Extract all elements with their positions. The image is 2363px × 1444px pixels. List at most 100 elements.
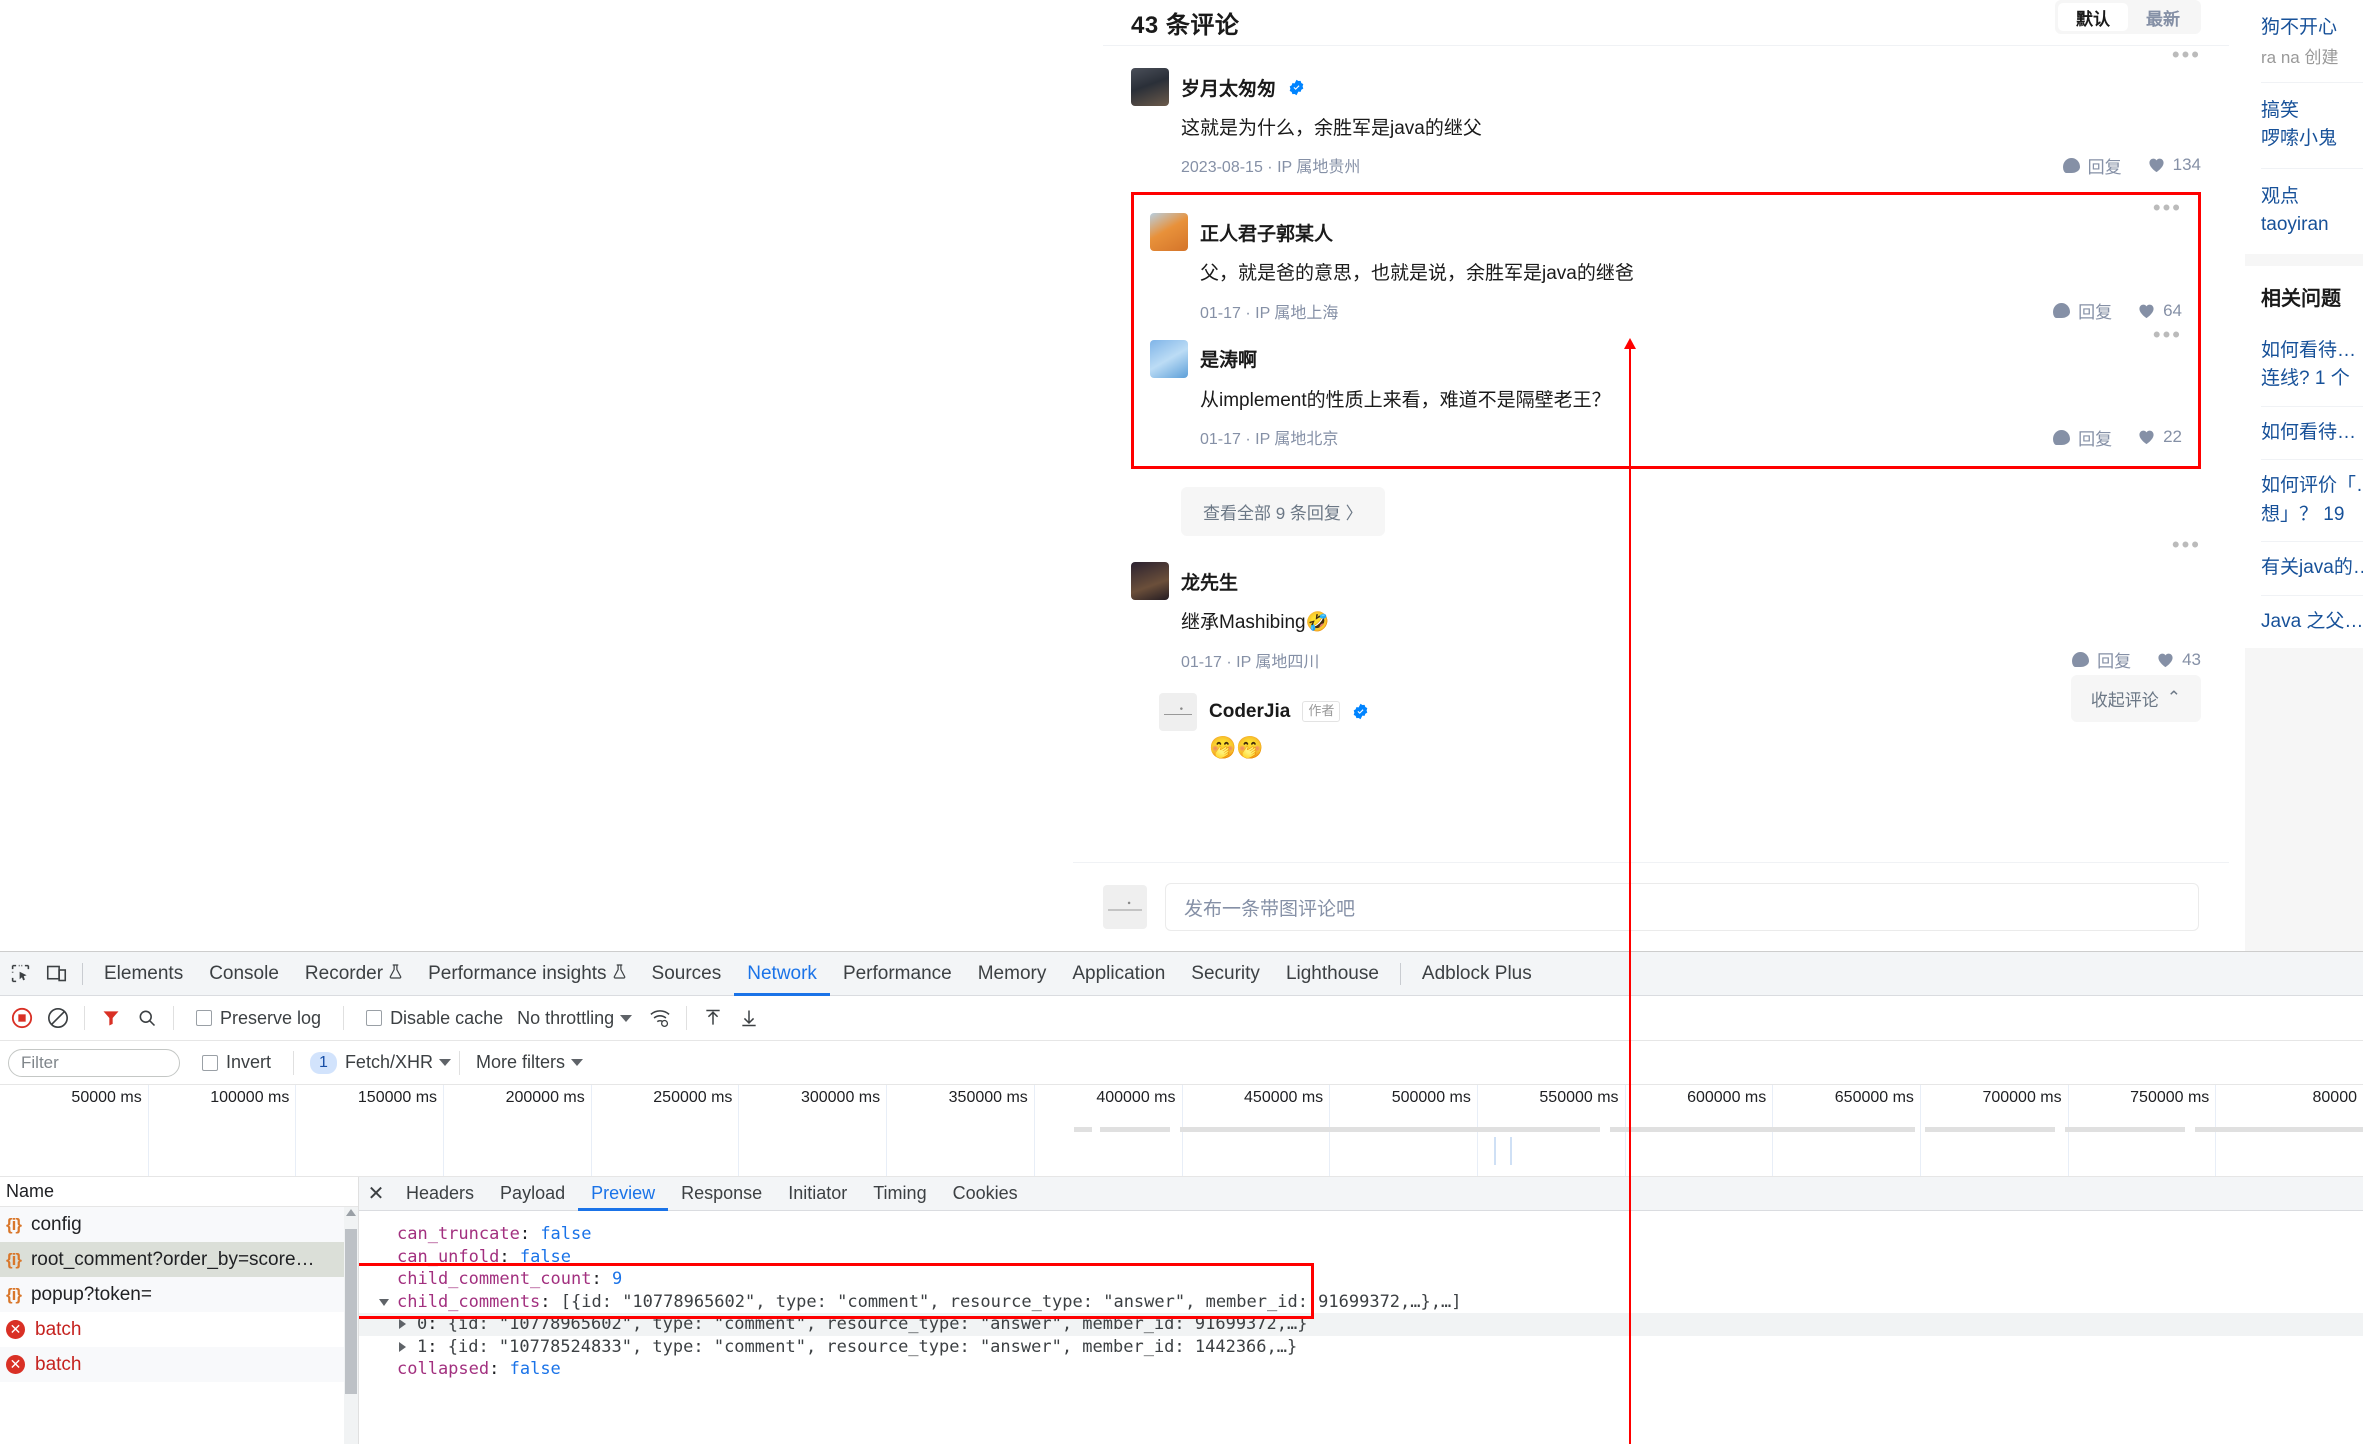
more-filters-dropdown[interactable]: More filters — [476, 1052, 583, 1073]
related-question-line[interactable]: 如何评价「… — [2261, 472, 2363, 501]
json-row[interactable]: child_comment_count: 9 — [359, 1268, 2363, 1291]
tab-performance[interactable]: Performance — [830, 952, 965, 996]
comment-author-name[interactable]: 岁月太匆匆 — [1181, 74, 1276, 101]
tab-sources[interactable]: Sources — [639, 952, 735, 996]
like-button[interactable]: 22 — [2138, 427, 2182, 447]
fetch-xhr-filter[interactable]: 1 Fetch/XHR — [310, 1051, 451, 1074]
avatar[interactable] — [1159, 692, 1197, 731]
network-timeline-overview[interactable]: 50000 ms 100000 ms 150000 ms 200000 ms 25000… — [0, 1085, 2363, 1177]
tab-headers[interactable]: Headers — [393, 1177, 487, 1211]
like-button[interactable]: 64 — [2138, 301, 2182, 321]
comment-input[interactable]: 发布一条带图评论吧 — [1165, 883, 2199, 931]
json-row-child-1[interactable]: 1: {id: "10778524833", type: "comment", … — [359, 1336, 2363, 1359]
related-question-line[interactable]: Java 之父… — [2261, 608, 2363, 637]
record-button[interactable] — [4, 1000, 40, 1036]
request-row-batch-1[interactable]: ✕ batch — [0, 1312, 358, 1347]
related-question-line[interactable]: 有关java的… — [2261, 554, 2363, 583]
reply-button[interactable]: 回复 — [2072, 647, 2131, 672]
search-icon[interactable] — [129, 1000, 165, 1036]
tab-initiator[interactable]: Initiator — [775, 1177, 860, 1211]
tab-response[interactable]: Response — [668, 1177, 775, 1211]
disclosure-triangle-icon[interactable] — [399, 1341, 406, 1352]
tab-cookies[interactable]: Cookies — [940, 1177, 1031, 1211]
rail-item[interactable]: 搞笑 啰嗦小鬼 — [2261, 83, 2363, 169]
rail-item-title[interactable]: 狗不开心 — [2261, 14, 2363, 43]
json-preview-tree[interactable]: _ can_truncate: false can_unfold: false … — [359, 1211, 2363, 1381]
request-list-scrollbar[interactable] — [344, 1207, 358, 1444]
tab-lighthouse[interactable]: Lighthouse — [1273, 952, 1392, 996]
avatar[interactable] — [1131, 562, 1169, 601]
json-row-child-comments[interactable]: child_comments: [{id: "10778965602", typ… — [359, 1291, 2363, 1314]
json-row[interactable]: collapsed: false — [359, 1358, 2363, 1381]
tab-console[interactable]: Console — [196, 952, 292, 996]
comment-author-name[interactable]: 龙先生 — [1181, 568, 1238, 595]
avatar[interactable] — [1150, 339, 1188, 378]
rail-item-title[interactable]: 观点 — [2261, 183, 2363, 212]
export-har-icon[interactable] — [731, 1000, 767, 1036]
avatar[interactable] — [1150, 213, 1188, 252]
related-question-item[interactable]: 有关java的… — [2261, 542, 2363, 596]
close-icon[interactable]: ✕ — [359, 1181, 393, 1206]
comment-author-name[interactable]: CoderJia — [1209, 701, 1290, 723]
tab-elements[interactable]: Elements — [91, 952, 196, 996]
preserve-log-checkbox[interactable]: Preserve log — [196, 1008, 321, 1029]
tab-recorder[interactable]: Recorder — [292, 952, 415, 996]
inspect-element-icon[interactable] — [2, 956, 38, 992]
filter-icon[interactable] — [93, 1000, 129, 1036]
disable-cache-checkbox[interactable]: Disable cache — [366, 1008, 503, 1029]
scrollbar-thumb[interactable] — [345, 1229, 357, 1394]
like-button[interactable]: 43 — [2157, 650, 2201, 670]
tab-security[interactable]: Security — [1178, 952, 1273, 996]
json-row[interactable]: _ — [359, 1213, 2363, 1223]
network-conditions-icon[interactable] — [642, 1000, 678, 1036]
tab-preview[interactable]: Preview — [578, 1177, 668, 1211]
tab-timing[interactable]: Timing — [860, 1177, 939, 1211]
related-question-line[interactable]: 如何看待… — [2261, 337, 2363, 366]
related-question-line[interactable]: 如何看待… — [2261, 419, 2363, 448]
json-row-child-0[interactable]: 0: {id: "10778965602", type: "comment", … — [359, 1313, 2363, 1336]
filter-input[interactable]: Filter — [8, 1048, 180, 1077]
sort-latest-button[interactable]: 最新 — [2128, 3, 2198, 31]
tab-performance-insights[interactable]: Performance insights — [415, 952, 638, 996]
rail-item-sub[interactable]: taoyiran — [2261, 211, 2363, 240]
comment-author-name[interactable]: 正人君子郭某人 — [1200, 219, 1333, 246]
comment-more-icon[interactable]: ••• — [2153, 197, 2182, 219]
throttling-select[interactable]: No throttling — [517, 1008, 633, 1029]
import-har-icon[interactable] — [695, 1000, 731, 1036]
sort-default-button[interactable]: 默认 — [2058, 3, 2128, 31]
related-question-item[interactable]: 如何看待… 连线? 1 个 — [2261, 325, 2363, 407]
view-all-replies-button[interactable]: 查看全部 9 条回复 〉 — [1181, 487, 1385, 537]
tab-memory[interactable]: Memory — [965, 952, 1060, 996]
comment-more-icon[interactable]: ••• — [2172, 534, 2201, 556]
collapse-comments-button[interactable]: 收起评论 ⌃ — [2070, 674, 2201, 722]
disclosure-triangle-icon[interactable] — [399, 1319, 406, 1329]
reply-button[interactable]: 回复 — [2053, 298, 2112, 323]
disclosure-triangle-icon[interactable] — [379, 1298, 389, 1311]
related-question-line[interactable]: 连线? 1 个 — [2261, 365, 2363, 394]
tab-application[interactable]: Application — [1059, 952, 1178, 996]
like-button[interactable]: 134 — [2148, 155, 2201, 175]
related-question-line[interactable]: 想」？ 19 — [2261, 501, 2363, 530]
json-row[interactable]: can_truncate: false — [359, 1223, 2363, 1246]
device-toolbar-icon[interactable] — [38, 956, 74, 992]
reply-button[interactable]: 回复 — [2062, 153, 2122, 178]
json-row[interactable]: can_unfold: false — [359, 1246, 2363, 1269]
related-question-item[interactable]: 如何评价「… 想」？ 19 — [2261, 460, 2363, 542]
related-question-item[interactable]: 如何看待… — [2261, 407, 2363, 460]
rail-item[interactable]: 狗不开心 ra na 创建 — [2261, 0, 2363, 83]
related-question-item[interactable]: Java 之父… — [2261, 596, 2363, 649]
comment-author-name[interactable]: 是涛啊 — [1200, 345, 1257, 372]
comment-more-icon[interactable]: ••• — [2172, 44, 2201, 66]
request-row-popup[interactable]: {i} popup?token= — [0, 1277, 358, 1312]
request-row-batch-2[interactable]: ✕ batch — [0, 1347, 358, 1382]
tab-network[interactable]: Network — [734, 952, 830, 996]
rail-item-title[interactable]: 搞笑 — [2261, 97, 2363, 126]
invert-checkbox[interactable]: Invert — [202, 1052, 271, 1073]
current-user-avatar[interactable] — [1103, 885, 1147, 929]
comment-more-icon[interactable]: ••• — [2153, 323, 2182, 345]
request-row-root-comment[interactable]: {i} root_comment?order_by=score… — [0, 1242, 358, 1277]
clear-button[interactable] — [40, 1000, 76, 1036]
tab-adblock-plus[interactable]: Adblock Plus — [1409, 952, 1545, 996]
reply-button[interactable]: 回复 — [2053, 425, 2112, 450]
tab-payload[interactable]: Payload — [487, 1177, 578, 1211]
